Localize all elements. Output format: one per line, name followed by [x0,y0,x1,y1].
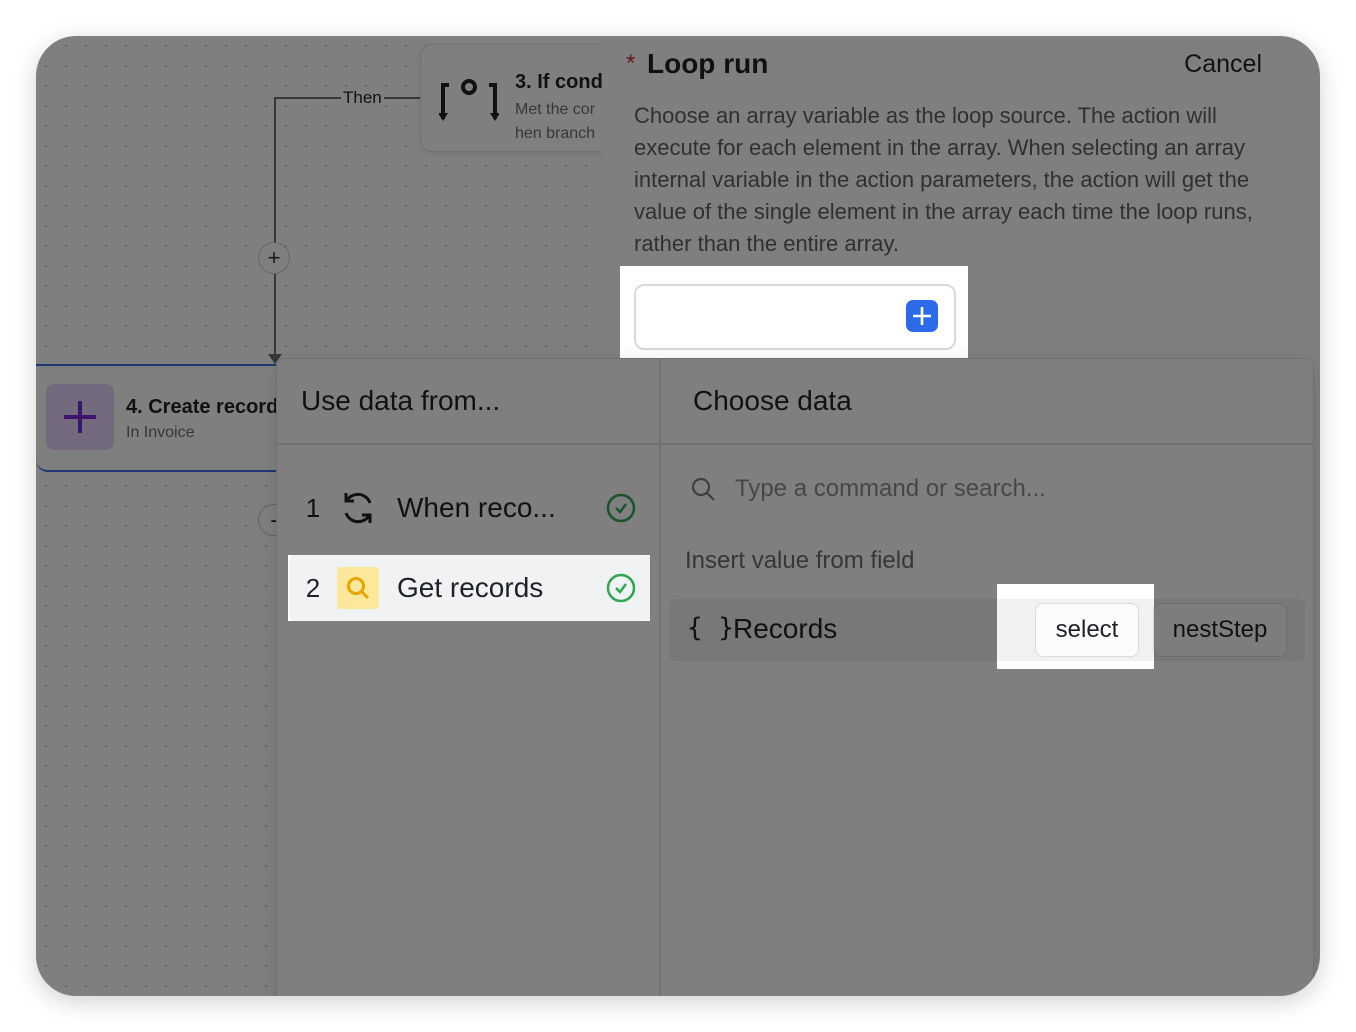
step-item-get-records[interactable]: 2 Get records [289,555,651,621]
search-bar [689,471,1257,507]
field-row-records[interactable]: { } Records select nestStep [669,599,1305,661]
step-label: When reco... [397,492,556,523]
step-item-when-record[interactable]: 1 When reco... [289,475,651,541]
create-card-subtitle: In Invoice [126,424,195,441]
cancel-button[interactable]: Cancel [1184,50,1262,79]
create-record-card[interactable]: 4. Create record In Invoice [36,364,296,472]
app-window: Then + 3. If cond Met the cor hen branch… [36,36,1320,996]
choose-data-column: Choose data Insert value from field { } … [661,359,1313,996]
use-data-heading: Use data from... [277,359,659,445]
check-circle-icon [606,493,636,523]
panel-title: Loop run [647,48,769,79]
search-icon [691,477,715,501]
overlay-mask [36,555,288,584]
select-button[interactable]: select [1035,603,1139,657]
search-icon [337,567,379,609]
nest-step-button[interactable]: nestStep [1153,603,1287,657]
panel-description: Choose an array variable as the loop sou… [634,103,1253,256]
if-card-subtitle: Met the cor [515,101,596,118]
required-marker: * [626,50,636,77]
check-circle-icon [606,573,636,603]
step-number: 1 [305,492,321,523]
create-plus-icon [46,384,114,450]
then-branch-label: Then [341,88,384,108]
add-step-button[interactable]: + [258,242,290,274]
search-input[interactable] [733,474,1257,504]
array-variable-input[interactable] [634,284,956,350]
data-source-column: Use data from... 1 When reco... 2 Get re… [277,359,661,996]
choose-data-heading: Choose data [661,359,1313,445]
if-card-title: 3. If cond [515,71,603,93]
if-card-subtitle: hen branch [515,125,596,142]
object-braces-icon: { } [687,613,734,643]
connector-line [274,98,276,360]
insert-value-label: Insert value from field [685,547,915,574]
overlay-mask [36,266,620,358]
overlay-mask [36,584,288,621]
step-label: Get records [397,572,544,603]
field-name: Records [733,613,838,644]
plus-icon [913,307,931,325]
data-picker-popover: Use data from... 1 When reco... 2 Get re… [276,358,1314,996]
condition-branch-icon [439,79,499,121]
refresh-icon [337,487,379,529]
step-number: 2 [305,572,321,603]
create-card-title: 4. Create record [126,396,279,418]
add-variable-button[interactable] [906,300,938,332]
